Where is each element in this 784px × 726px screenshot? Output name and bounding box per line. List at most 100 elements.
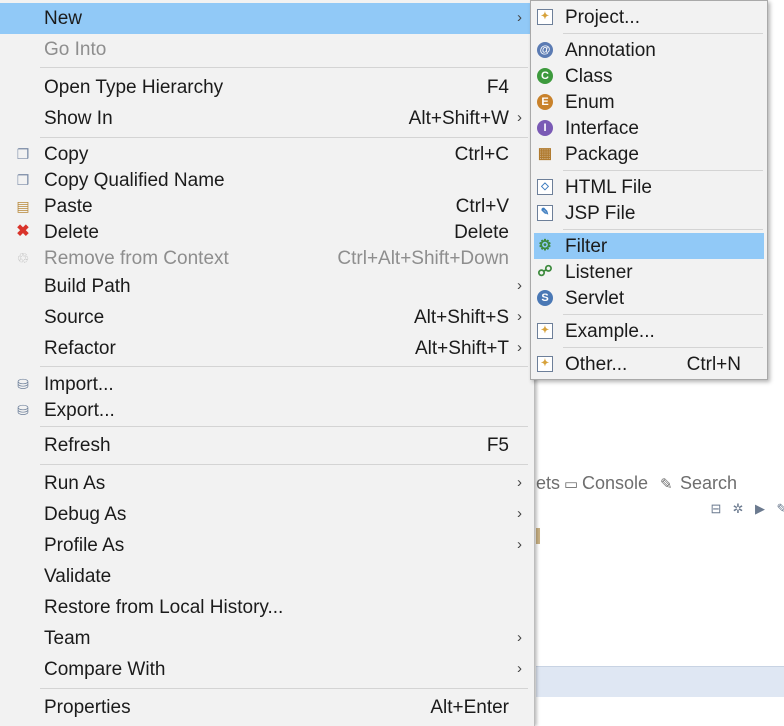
submenu-item-interface[interactable]: I Interface xyxy=(531,115,767,141)
menu-item-refactor[interactable]: Refactor Alt+Shift+T › xyxy=(0,334,534,362)
menu-item-refresh[interactable]: Refresh F5 xyxy=(0,431,534,459)
menu-item-restore-from-local-history[interactable]: Restore from Local History... xyxy=(0,593,534,621)
submenu-item-label: Annotation xyxy=(565,40,656,61)
collapse-icon[interactable]: ⊟ xyxy=(708,501,724,517)
new-project-icon: ✦ xyxy=(537,9,553,25)
menu-item-label: Source xyxy=(44,307,105,328)
menu-item-debug-as[interactable]: Debug As › xyxy=(0,500,534,528)
other-wizard-icon: ✦ xyxy=(537,356,553,372)
menu-item-shortcut: Ctrl+V xyxy=(455,196,509,217)
menu-item-shortcut: F4 xyxy=(486,77,509,98)
submenu-item-label: Servlet xyxy=(565,288,625,309)
menu-separator xyxy=(563,314,763,315)
debug-icon[interactable]: ✲ xyxy=(730,501,746,517)
menu-item-label: Restore from Local History... xyxy=(44,597,284,618)
new-submenu: ✦ Project... @ Annotation C Class E Enum… xyxy=(530,0,768,380)
listener-icon: ☍ xyxy=(537,263,553,280)
menu-item-compare-with[interactable]: Compare With › xyxy=(0,655,534,683)
menu-separator xyxy=(40,67,528,68)
submenu-item-label: Filter xyxy=(565,236,608,257)
submenu-item-enum[interactable]: E Enum xyxy=(531,89,767,115)
submenu-item-servlet[interactable]: S Servlet xyxy=(531,285,767,311)
menu-separator xyxy=(563,170,763,171)
menu-separator xyxy=(40,688,528,689)
submenu-item-listener[interactable]: ☍ Listener xyxy=(531,259,767,285)
search-icon: ✎ xyxy=(660,476,673,493)
menu-item-profile-as[interactable]: Profile As › xyxy=(0,531,534,559)
submenu-item-filter[interactable]: ⚙ Filter xyxy=(534,233,764,259)
jsp-file-icon: ✎ xyxy=(537,205,553,221)
run-icon[interactable]: ▶ xyxy=(752,501,768,517)
submenu-item-shortcut: Ctrl+N xyxy=(686,354,741,375)
menu-item-run-as[interactable]: Run As › xyxy=(0,469,534,497)
submenu-item-label: Interface xyxy=(565,118,639,139)
submenu-item-example[interactable]: ✦ Example... xyxy=(531,318,767,344)
menu-item-label: Refresh xyxy=(44,435,111,456)
menu-item-validate[interactable]: Validate xyxy=(0,562,534,590)
menu-item-label: Debug As xyxy=(44,504,127,525)
submenu-item-label: Package xyxy=(565,144,639,165)
submenu-item-label: JSP File xyxy=(565,203,636,224)
tab-console[interactable]: Console xyxy=(582,473,648,494)
submenu-item-label: Example... xyxy=(565,321,655,342)
menu-item-open-type-hierarchy[interactable]: Open Type Hierarchy F4 xyxy=(0,73,534,101)
menu-separator xyxy=(40,137,528,138)
chevron-right-icon: › xyxy=(517,474,522,491)
menu-item-new[interactable]: New › xyxy=(0,3,534,34)
pin-icon[interactable]: ✎ xyxy=(774,501,784,517)
menu-item-label: Export... xyxy=(44,400,115,421)
import-icon: ⛁ xyxy=(17,376,29,392)
package-icon: ▦ xyxy=(537,145,553,162)
menu-item-label: Show In xyxy=(44,108,113,129)
menu-item-label: Delete xyxy=(44,222,99,243)
tab-search[interactable]: Search xyxy=(680,473,737,494)
menu-item-shortcut: Alt+Shift+T xyxy=(415,338,509,359)
submenu-item-package[interactable]: ▦ Package xyxy=(531,141,767,167)
menu-item-source[interactable]: Source Alt+Shift+S › xyxy=(0,303,534,331)
menu-item-shortcut: Alt+Enter xyxy=(430,697,509,718)
menu-item-shortcut: Alt+Shift+S xyxy=(413,307,509,328)
chevron-right-icon: › xyxy=(517,9,522,26)
menu-separator xyxy=(563,229,763,230)
context-menu: New › Go Into Open Type Hierarchy F4 Sho… xyxy=(0,0,535,726)
submenu-item-label: Project... xyxy=(565,7,640,28)
menu-item-label: Compare With xyxy=(44,659,166,680)
chevron-right-icon: › xyxy=(517,629,522,646)
submenu-item-label: HTML File xyxy=(565,177,652,198)
menu-separator xyxy=(40,366,528,367)
submenu-item-project[interactable]: ✦ Project... xyxy=(531,4,767,30)
submenu-item-jsp-file[interactable]: ✎ JSP File xyxy=(531,200,767,226)
menu-item-import[interactable]: ⛁ Import... xyxy=(0,371,534,397)
menu-item-show-in[interactable]: Show In Alt+Shift+W › xyxy=(0,104,534,132)
tab-partial[interactable]: ets xyxy=(536,473,560,494)
remove-from-context-icon: ♲ xyxy=(16,250,30,266)
menu-separator xyxy=(40,464,528,465)
submenu-item-class[interactable]: C Class xyxy=(531,63,767,89)
menu-separator xyxy=(563,33,763,34)
menu-item-build-path[interactable]: Build Path › xyxy=(0,272,534,300)
menu-item-label: Run As xyxy=(44,473,106,494)
menu-item-label: Properties xyxy=(44,697,131,718)
menu-item-label: Profile As xyxy=(44,535,125,556)
editor-marker xyxy=(536,528,540,544)
submenu-item-label: Class xyxy=(565,66,613,87)
chevron-right-icon: › xyxy=(517,277,522,294)
interface-icon: I xyxy=(537,120,553,136)
menu-item-properties[interactable]: Properties Alt+Enter xyxy=(0,693,534,721)
submenu-item-annotation[interactable]: @ Annotation xyxy=(531,37,767,63)
submenu-item-other[interactable]: ✦ Other... Ctrl+N xyxy=(531,351,767,377)
menu-separator xyxy=(563,347,763,348)
menu-item-copy[interactable]: ❐ Copy Ctrl+C xyxy=(0,141,534,167)
menu-item-copy-qualified-name[interactable]: ❐ Copy Qualified Name xyxy=(0,167,534,193)
submenu-item-label: Listener xyxy=(565,262,633,283)
menu-item-paste[interactable]: ▤ Paste Ctrl+V xyxy=(0,193,534,219)
menu-item-team[interactable]: Team › xyxy=(0,624,534,652)
view-tab-bar: ets ▭ Console ✎ Search xyxy=(536,470,784,498)
chevron-right-icon: › xyxy=(517,308,522,325)
submenu-item-html-file[interactable]: ◇ HTML File xyxy=(531,174,767,200)
console-icon: ▭ xyxy=(564,476,579,493)
menu-item-shortcut: Ctrl+Alt+Shift+Down xyxy=(337,248,509,269)
menu-item-export[interactable]: ⛁ Export... xyxy=(0,397,534,423)
menu-item-delete[interactable]: ✖ Delete Delete xyxy=(0,219,534,245)
paste-icon: ▤ xyxy=(16,198,30,214)
